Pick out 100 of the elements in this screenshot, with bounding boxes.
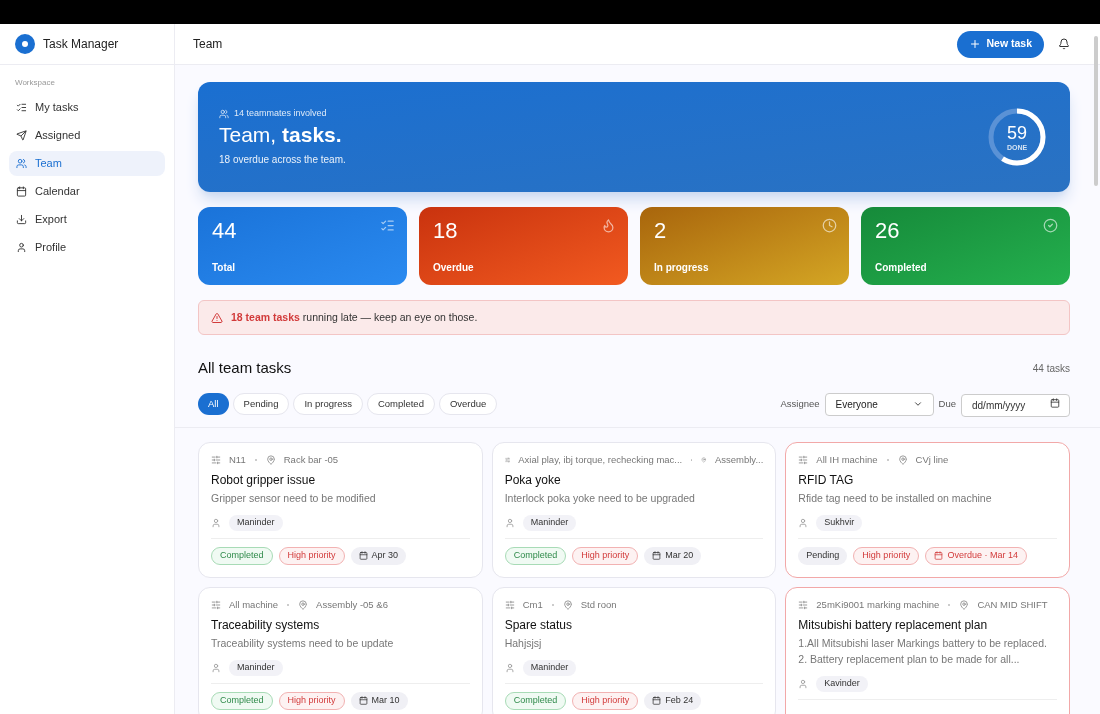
status-tag: Completed [504, 691, 567, 710]
calendar-icon [16, 186, 27, 197]
status-tag: Completed [504, 546, 567, 565]
machine-text: Axial play, ibj torque, rechecking mac... [518, 453, 683, 466]
location-text: CVj line [915, 453, 949, 466]
task-title: Traceability systems [211, 616, 321, 633]
task-description: Traceability systems need to be update [211, 635, 395, 651]
hero-title: Team, tasks. [219, 121, 343, 148]
status-tag: Completed [211, 691, 273, 710]
sidebar-item[interactable]: Assigned [9, 123, 165, 148]
stat-label: In progress [654, 261, 709, 275]
calendar-icon [934, 551, 944, 560]
status-tag: Completed [211, 546, 273, 565]
stat-value: 2 [654, 217, 667, 245]
assignee-chip: Maninder [229, 514, 283, 531]
task-description: Gripper sensor need to be modified [211, 490, 377, 506]
location-pin-icon [959, 599, 970, 610]
assignee-chip: Maninder [522, 514, 577, 531]
due-date-tag: Apr 30 [350, 546, 407, 565]
assignee-label: Assignee [780, 396, 820, 411]
machine-text: All IH machine [816, 453, 878, 466]
sliders-icon [504, 599, 515, 610]
stat-value: 26 [875, 217, 900, 245]
priority-tag: High priority [572, 691, 639, 710]
filter-chip[interactable]: Overdue [438, 393, 498, 415]
new-task-button[interactable]: New task [957, 30, 1044, 58]
task-title: Mitsubishi battery replacement plan [798, 616, 989, 633]
warning-icon [211, 311, 223, 324]
assignee-chip: Kavinder [816, 675, 868, 692]
sliders-icon [504, 454, 511, 465]
calendar-icon[interactable] [1050, 398, 1060, 408]
hero-subtitle: 18 overdue across the team. [219, 152, 347, 167]
due-date-tag: Mar 20 [644, 546, 702, 565]
priority-tag: High priority [278, 691, 345, 710]
task-card[interactable]: Cm1 Std roon Spare status Hahjsjsj Maninder Completed High priority Feb 24 [491, 586, 777, 714]
user-icon [798, 678, 809, 689]
checklist-icon [380, 218, 395, 233]
sidebar-item[interactable]: Team [9, 151, 165, 176]
due-label: Due [938, 396, 956, 411]
scrollbar[interactable] [1094, 36, 1098, 186]
calendar-icon [652, 696, 662, 705]
assignee-chip: Maninder [522, 659, 577, 676]
task-card[interactable]: 25mKi9001 marking machine CAN MID SHIFT Mitsubishi battery replacement plan 1.All Mitsubishi laser Markings battery to be replaced. 2. Battery replacement plan to be made for all... Kavinder [785, 586, 1070, 714]
task-card[interactable]: All IH machine CVj line RFID TAG Rfide tag need to be installed on machine Sukhvir Pending High priority Overdue · Mar 14 [785, 441, 1070, 578]
task-title: Spare status [504, 616, 574, 633]
task-description: Rfide tag need to be installed on machine [798, 490, 993, 506]
priority-tag: High priority [278, 546, 345, 565]
users-icon [219, 109, 229, 119]
user-icon [211, 517, 221, 528]
send-icon [16, 130, 27, 141]
assignee-chip: Maninder [229, 659, 283, 676]
task-card[interactable]: All machine Assembly -05 &6 Traceability systems Traceability systems need to be update Maninder Completed High priority Mar 10 [198, 586, 483, 714]
calendar-icon [358, 696, 368, 705]
users-icon [16, 158, 27, 169]
stat-value: 44 [212, 217, 237, 245]
sliders-icon [798, 599, 809, 610]
checklist-icon [16, 102, 27, 113]
user-icon [211, 662, 221, 673]
machine-text: Cm1 [522, 598, 543, 611]
ring-value: 59 [1007, 122, 1027, 143]
check-circle-icon [1043, 218, 1058, 233]
sliders-icon [211, 599, 221, 610]
section-title: All team tasks [198, 358, 292, 378]
task-description: Hahjsjsj [504, 635, 543, 651]
sidebar-item[interactable]: Profile [9, 235, 165, 260]
priority-tag: High priority [572, 546, 639, 565]
location-pin-icon [298, 599, 309, 610]
machine-text: All machine [229, 598, 279, 611]
clock-icon [822, 218, 837, 233]
machine-text: N11 [229, 453, 246, 466]
sliders-icon [211, 454, 221, 465]
sidebar-item[interactable]: Calendar [9, 179, 165, 204]
task-card[interactable]: N11 Rack bar -05 Robot gripper issue Gripper sensor need to be modified Maninder Completed High priority Apr 30 [198, 441, 483, 578]
location-pin-icon [897, 454, 908, 465]
assignee-chip: Sukhvir [816, 514, 863, 531]
filter-chip[interactable]: In progress [293, 393, 363, 415]
sidebar-item[interactable]: Export [9, 207, 165, 232]
sidebar-item[interactable]: My tasks [9, 95, 165, 120]
stat-label: Completed [875, 261, 927, 275]
user-icon [504, 517, 515, 528]
stat-label: Overdue [433, 261, 474, 275]
page-title: Team [193, 36, 223, 53]
app-logo-icon [15, 34, 35, 54]
location-text: Std roon [580, 598, 617, 611]
notification-bell-icon[interactable] [1058, 38, 1070, 50]
flame-icon [601, 218, 616, 233]
user-icon [16, 242, 27, 253]
due-date-tag: Feb 24 [644, 691, 702, 710]
due-date-field[interactable]: dd/mm/yyyy [961, 393, 1070, 417]
alert-text: 18 team tasks running late — keep an eye on those. [231, 309, 478, 325]
filter-chip[interactable]: Pending [232, 393, 290, 415]
filter-chip[interactable]: All [198, 393, 229, 415]
stat-value: 18 [433, 217, 458, 245]
task-card[interactable]: Axial play, ibj torque, rechecking mac... Assembly... Poka yoke Interlock poka yoke need to be upgraded Maninder Completed High priority Mar 20 [491, 441, 777, 578]
assignee-select[interactable]: Everyone [824, 392, 934, 416]
location-text: Assembly -05 &6 [316, 598, 388, 611]
priority-tag: High priority [853, 546, 920, 565]
filter-chip[interactable]: Completed [366, 393, 435, 415]
task-title: RFID TAG [798, 471, 855, 488]
due-date-tag: Overdue · Mar 14 [925, 546, 1027, 565]
